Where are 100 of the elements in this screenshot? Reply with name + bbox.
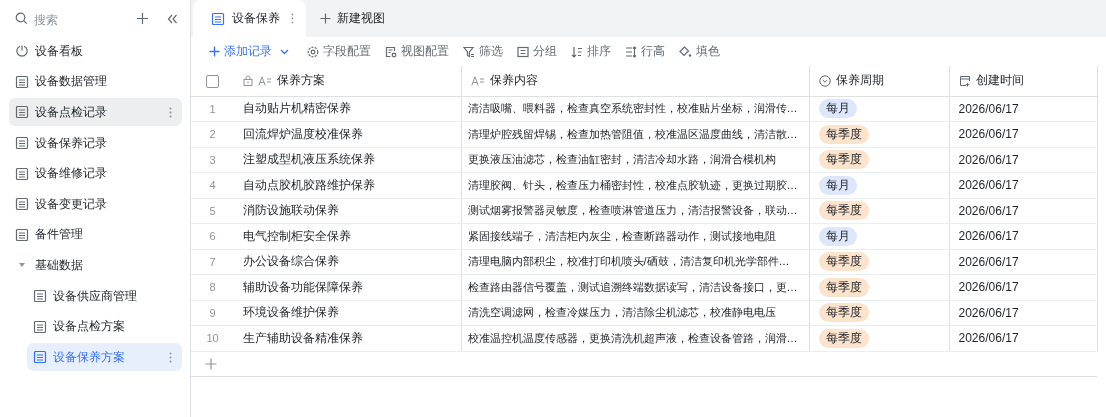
table-cell: 校准温控机温度传感器，更换清洗机超声液，检查设备管路，润滑… <box>467 331 798 344</box>
table-cell: 2026/06/17 <box>958 101 1019 116</box>
collapse-icon[interactable] <box>167 14 178 24</box>
row-number: 2 <box>209 128 216 141</box>
view-tab[interactable]: 设备保养 <box>193 0 306 37</box>
sidebar-item[interactable]: 设备点检方案 <box>27 312 182 341</box>
column-header[interactable]: 保养方案 <box>277 72 325 90</box>
sidebar-item[interactable]: 设备看板 <box>9 37 182 66</box>
table-cell: 清理胶阀、针头，检查压力桶密封性，校准点胶轨迹，更换过期胶… <box>467 178 798 191</box>
search-icon <box>15 12 28 25</box>
grid-icon <box>211 11 225 26</box>
document-icon <box>385 45 397 58</box>
table-cell: 电气控制柜安全保养 <box>243 228 351 243</box>
search-field[interactable]: 搜索 <box>34 13 124 27</box>
chevron-down-icon <box>280 48 289 55</box>
lock-icon <box>243 75 253 87</box>
cycle-tag: 每季度 <box>818 150 869 170</box>
sidebar-item[interactable]: 设备保养记录 <box>9 129 182 158</box>
date-field-icon <box>958 74 971 87</box>
row-number: 6 <box>209 230 216 243</box>
table-icon <box>15 74 29 89</box>
table-cell: 2026/06/17 <box>958 229 1019 244</box>
sidebar-item[interactable]: 设备点检记录 <box>9 98 182 127</box>
table-icon <box>15 197 29 212</box>
table-cell: 清理炉腔残留焊锡，检查加热管阻值，校准温区温度曲线，清洁散… <box>467 127 798 140</box>
table-cell: 自动点胶机胶路维护保养 <box>243 177 375 192</box>
table-cell: 办公设备综合保养 <box>243 254 339 269</box>
column-header[interactable]: 创建时间 <box>975 72 1024 90</box>
table-cell: 2026/06/17 <box>958 305 1019 320</box>
toolbar-button[interactable]: 添加记录 <box>209 39 296 64</box>
sidebar-item[interactable]: 设备供应商管理 <box>27 282 182 311</box>
more-icon[interactable] <box>291 13 294 24</box>
more-icon[interactable] <box>169 351 172 363</box>
row-number: 8 <box>209 281 216 294</box>
table-cell: 2026/06/17 <box>958 178 1019 193</box>
sidebar-item[interactable]: 设备维修记录 <box>9 159 182 188</box>
table-cell: 2026/06/17 <box>958 331 1019 346</box>
row-number: 4 <box>209 179 216 192</box>
table-cell: 2026/06/17 <box>958 254 1019 269</box>
table-cell: 2026/06/17 <box>958 127 1019 142</box>
table-cell: 清洗空调滤网，检查冷媒压力，清洁除尘机滤芯，校准静电电压 <box>467 306 776 319</box>
table-cell: 检查路由器信号覆盖，测试追溯终端数据读写，清洁设备接口，更… <box>467 280 798 293</box>
column-header[interactable]: 保养周期 <box>835 72 884 90</box>
folder-item[interactable]: 基础数据 <box>9 251 182 280</box>
table-cell: 更换液压油滤芯，检查油缸密封，清洁冷却水路，润滑合模机构 <box>467 153 776 166</box>
select-all-checkbox[interactable] <box>206 74 219 88</box>
text-field-icon <box>258 75 272 86</box>
more-icon[interactable] <box>169 107 172 118</box>
table-cell: 自动贴片机精密保养 <box>243 101 351 116</box>
cycle-tag: 每季度 <box>818 303 869 323</box>
toolbar-button[interactable]: 排序 <box>564 39 618 64</box>
row-number: 7 <box>209 255 216 268</box>
sidebar-item[interactable]: 设备数据管理 <box>9 67 182 96</box>
table-cell: 测试烟雾报警器灵敏度，检查喷淋管道压力，清洁报警设备，联动… <box>467 204 798 217</box>
table-cell: 清理电脑内部积尘，校准打印机喷头/硒鼓，清洁复印机光学部件… <box>467 255 790 268</box>
sidebar-item[interactable]: 设备保养方案 <box>27 343 182 372</box>
toolbar-button[interactable]: 筛选 <box>456 39 510 64</box>
table-icon <box>33 289 47 304</box>
row-number: 10 <box>206 332 219 345</box>
row-number: 9 <box>209 306 216 319</box>
table-cell: 生产辅助设备精准保养 <box>243 330 363 345</box>
paint-bucket-icon <box>679 45 692 58</box>
table-icon <box>33 350 47 365</box>
toolbar-button[interactable]: 字段配置 <box>300 39 378 64</box>
plus-icon <box>320 13 331 24</box>
table-icon <box>15 105 29 120</box>
plus-icon[interactable] <box>136 12 149 25</box>
row-number: 5 <box>209 204 216 217</box>
table-cell: 消防设施联动保养 <box>243 203 339 218</box>
table-cell: 回流焊炉温度校准保养 <box>243 126 363 141</box>
row-height-icon <box>625 45 637 58</box>
table-cell: 环境设备维护保养 <box>243 305 339 320</box>
table-cell: 辅助设备功能保障保养 <box>243 279 363 294</box>
sort-icon <box>571 45 583 58</box>
add-row-icon[interactable] <box>205 358 217 371</box>
column-header[interactable]: 保养内容 <box>489 72 538 90</box>
plus-icon <box>209 46 220 57</box>
toolbar-button[interactable]: 视图配置 <box>378 39 456 64</box>
sidebar-item[interactable]: 设备变更记录 <box>9 190 182 219</box>
cycle-tag: 每季度 <box>818 252 869 272</box>
table-icon <box>15 166 29 181</box>
table-icon <box>15 136 29 151</box>
table-cell: 注塑成型机液压系统保养 <box>243 152 375 167</box>
toolbar-button[interactable]: 行高 <box>618 39 672 64</box>
new-view-button[interactable]: 新建视图 <box>306 0 399 37</box>
settings-icon <box>307 45 319 58</box>
sidebar-item[interactable]: 备件管理 <box>9 220 182 249</box>
row-number: 3 <box>209 153 216 166</box>
text-field-icon <box>470 75 485 86</box>
table-icon <box>15 227 29 242</box>
table-cell: 清洁吸嘴、喂料器，检查真空系统密封性，校准贴片坐标，润滑传… <box>467 102 798 115</box>
table-cell: 紧固接线端子，清洁柜内灰尘，检查断路器动作，测试接地电阻 <box>467 229 776 242</box>
toolbar-button[interactable]: 分组 <box>510 39 564 64</box>
dropdown-field-icon <box>818 74 831 87</box>
table-cell: 2026/06/17 <box>958 203 1019 218</box>
cycle-tag: 每月 <box>818 226 857 246</box>
cycle-tag: 每月 <box>818 99 857 119</box>
cycle-tag: 每季度 <box>818 328 869 348</box>
group-icon <box>517 45 529 58</box>
toolbar-button[interactable]: 填色 <box>672 39 727 64</box>
